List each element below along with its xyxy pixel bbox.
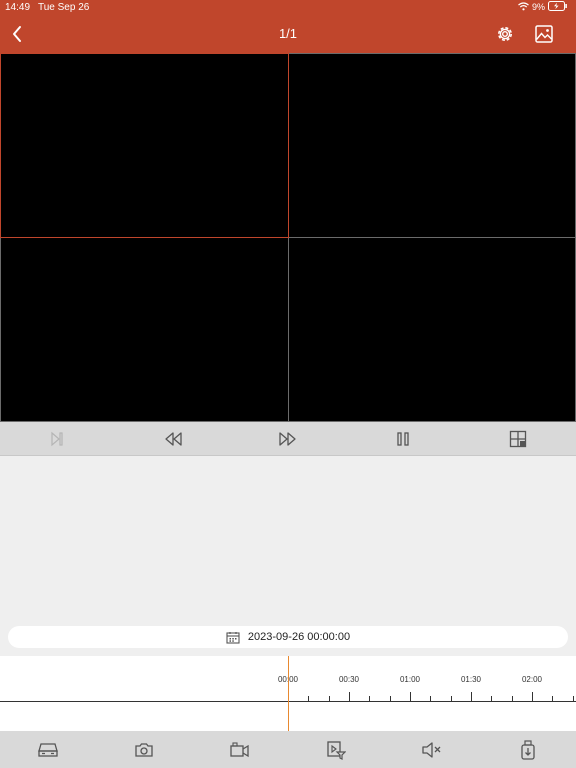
rewind-button[interactable] [162,429,184,449]
wifi-icon [518,1,529,13]
timeline-label: 00:30 [338,675,360,684]
layout-button[interactable] [507,429,529,449]
timeline[interactable]: 00:00 00:30 01:00 01:30 02:00 [0,656,576,731]
camera-icon [135,743,153,757]
fast-forward-button[interactable] [277,429,299,449]
timeline-tick [451,696,452,701]
timeline-tick [308,696,309,701]
timeline-tick [573,696,574,701]
device-button[interactable] [37,739,59,761]
playback-filter-button[interactable] [325,739,347,761]
pause-button[interactable] [392,429,414,449]
record-button[interactable] [229,739,251,761]
playback-filter-icon [327,741,346,760]
date-selector[interactable]: 2023-09-26 00:00:00 [8,626,568,648]
status-date: Tue Sep 26 [38,2,90,13]
layout-grid-icon [509,430,527,448]
video-channel-2[interactable] [288,53,576,238]
calendar-icon [226,631,240,644]
timeline-tick [369,696,370,701]
status-indicators: 9% [518,1,568,13]
timeline-tick [512,696,513,701]
timeline-tick [329,696,330,701]
download-button[interactable] [517,739,539,761]
step-frame-button[interactable] [46,429,68,449]
rewind-icon [165,432,182,446]
timeline-label: 01:30 [460,675,482,684]
step-frame-icon [51,431,63,447]
device-icon [38,743,58,757]
battery-percent: 9% [531,2,545,12]
video-channel-3[interactable] [0,237,289,422]
bottom-toolbar [0,731,576,768]
fast-forward-icon [279,432,296,446]
video-grid [0,53,576,422]
status-time: 14:49 [5,2,31,13]
mute-icon [422,742,441,758]
video-channel-1[interactable] [0,53,289,238]
timeline-tick [552,696,553,701]
settings-icon [498,27,512,41]
timeline-cursor[interactable] [288,656,289,731]
timeline-tick [410,692,411,701]
image-icon [535,25,553,43]
snapshot-button[interactable] [133,739,155,761]
video-record-icon [230,742,249,758]
timeline-tick [532,692,533,701]
timeline-tick [430,696,431,701]
usb-download-icon [521,740,535,760]
gallery-button[interactable] [532,22,556,46]
battery-icon [548,1,568,13]
video-channel-4[interactable] [288,237,576,422]
timeline-label: 01:00 [399,675,421,684]
selected-datetime: 2023-09-26 00:00:00 [247,631,351,643]
timeline-tick [471,692,472,701]
timeline-tick [491,696,492,701]
playback-controls [0,422,576,456]
settings-button[interactable] [493,22,517,46]
pause-icon [397,432,409,446]
page-title: 1/1 [278,26,298,41]
timeline-tick [349,692,350,701]
timeline-tick [390,696,391,701]
mute-button[interactable] [421,739,443,761]
timeline-label: 02:00 [521,675,543,684]
top-bar: 14:49 Tue Sep 26 9% 1/1 [0,0,576,53]
